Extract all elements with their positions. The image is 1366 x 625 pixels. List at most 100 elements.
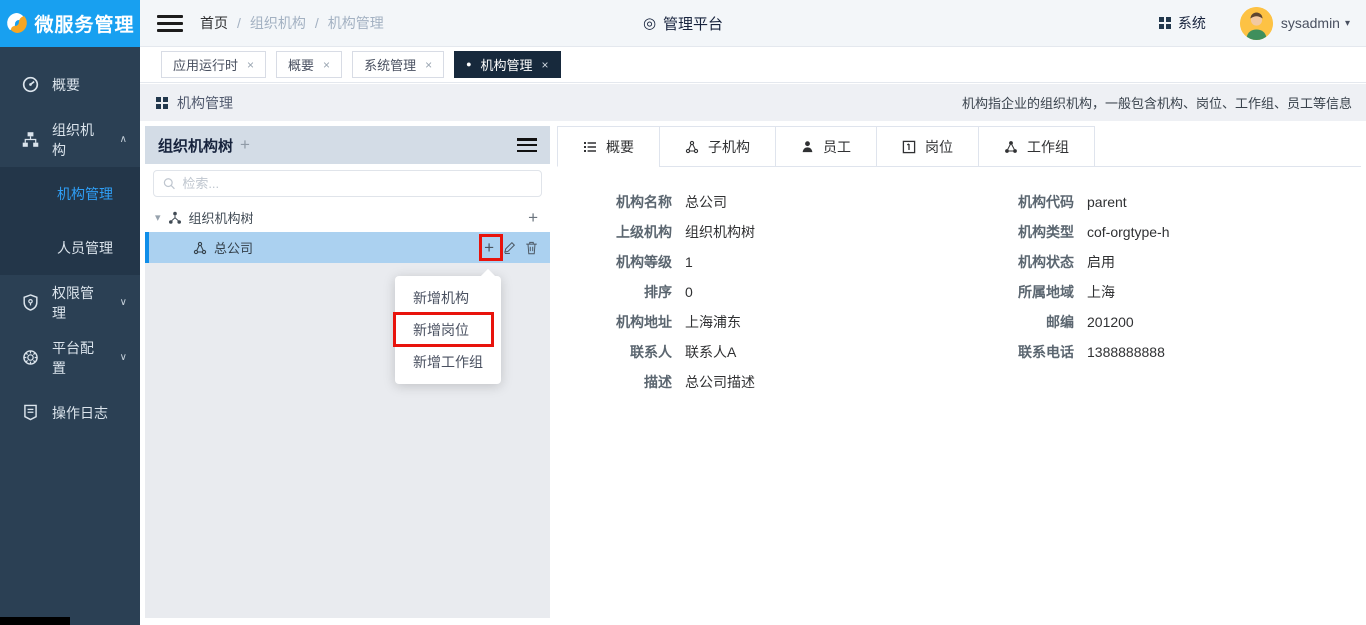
page-title: 机构管理 <box>156 93 233 113</box>
id-badge-icon <box>902 140 916 154</box>
content-area: 组织机构树 + ▾ <box>140 121 1366 625</box>
field-value: 总公司 <box>685 192 727 212</box>
grid-icon <box>1159 17 1171 29</box>
detail-tab-posts[interactable]: 岗位 <box>876 126 978 167</box>
org-network-icon <box>168 211 182 225</box>
node-add-button[interactable]: + <box>484 238 494 258</box>
shield-icon <box>22 294 39 311</box>
detail-tab-label: 概要 <box>606 137 634 157</box>
menu-item-add-post[interactable]: 新增岗位 <box>395 314 501 346</box>
field-org-status: 机构状态 启用 <box>959 251 1361 273</box>
log-shield-icon <box>22 404 39 421</box>
node-context-menu: 新增机构 新增岗位 新增工作组 <box>395 276 501 384</box>
field-value: 总公司描述 <box>685 372 755 392</box>
menu-item-add-org[interactable]: 新增机构 <box>395 282 501 314</box>
tree-node-row-selected[interactable]: 总公司 + <box>145 232 550 263</box>
sidebar-subitem-label: 人员管理 <box>57 238 113 258</box>
sidebar-item-personnel-management[interactable]: 人员管理 <box>0 221 140 275</box>
field-label: 联系人 <box>557 342 685 362</box>
tree-node-label[interactable]: 总公司 <box>214 238 253 257</box>
sidebar-item-org-management[interactable]: 机构管理 <box>0 167 140 221</box>
field-label: 机构状态 <box>959 252 1087 272</box>
sidebar-item-platform-config[interactable]: 平台配置 ∨ <box>0 330 140 385</box>
tree-menu-icon[interactable] <box>517 138 537 152</box>
field-value: 1 <box>685 254 693 270</box>
search-input[interactable] <box>182 176 532 191</box>
field-label: 机构地址 <box>557 312 685 332</box>
field-label: 排序 <box>557 282 685 302</box>
username[interactable]: sysadmin <box>1281 15 1340 31</box>
add-child-button[interactable]: + <box>528 208 538 228</box>
detail-tab-label: 子机构 <box>708 137 750 157</box>
close-icon[interactable]: × <box>542 58 549 72</box>
field-org-code: 机构代码 parent <box>959 191 1361 213</box>
grid-icon <box>156 97 168 109</box>
detail-tab-employees[interactable]: 员工 <box>775 126 876 167</box>
field-label: 联系电话 <box>959 342 1087 362</box>
search-icon <box>163 177 175 190</box>
tree-search[interactable] <box>153 170 542 197</box>
fields-column-left: 机构名称 总公司 上级机构 组织机构树 机构等级 1 排序 <box>557 191 959 401</box>
menu-item-add-workgroup[interactable]: 新增工作组 <box>395 346 501 378</box>
page-title-label: 机构管理 <box>177 93 233 113</box>
window-edge-strip <box>0 617 70 625</box>
app-window: 微服务管理 首页 / 组织机构 / 机构管理 ◎ 管理平台 系统 <box>0 0 1366 625</box>
detail-tab-workgroups[interactable]: 工作组 <box>978 126 1095 167</box>
platform-title-label: 管理平台 <box>663 13 723 34</box>
window-tab-system-management[interactable]: 系统管理 × <box>352 51 444 78</box>
field-value: cof-orgtype-h <box>1087 224 1169 240</box>
page-titlebar: 机构管理 机构指企业的组织机构，一般包含机构、岗位、工作组、员工等信息 <box>140 84 1366 121</box>
menu-item-label: 新增工作组 <box>413 352 483 372</box>
sidebar-item-organization[interactable]: 组织机构 ∧ <box>0 112 140 167</box>
app-logo[interactable]: 微服务管理 <box>0 0 140 47</box>
eye-icon: ◎ <box>643 14 656 32</box>
chevron-up-icon: ∧ <box>120 134 127 145</box>
window-tab-org-management[interactable]: ● 机构管理 × <box>454 51 560 78</box>
detail-tab-sub-orgs[interactable]: 子机构 <box>659 126 775 167</box>
tree-body: ▾ 组织机构树 + <box>145 164 550 263</box>
sidebar-item-permissions[interactable]: 权限管理 ∨ <box>0 275 140 330</box>
sidebar-item-operation-logs[interactable]: 操作日志 <box>0 385 140 440</box>
window-tab-label: 概要 <box>288 55 314 74</box>
tree-root-row[interactable]: ▾ 组织机构树 + <box>145 203 550 232</box>
collapse-menu-icon[interactable] <box>157 15 183 32</box>
window-tab-app-runtime[interactable]: 应用运行时 × <box>161 51 266 78</box>
tree-panel-title: 组织机构树 <box>158 135 233 156</box>
sidebar-item-overview[interactable]: 概要 <box>0 57 140 112</box>
add-root-button[interactable]: + <box>240 135 250 155</box>
detail-tab-overview[interactable]: 概要 <box>557 126 659 167</box>
field-label: 邮编 <box>959 312 1087 332</box>
field-description: 描述 总公司描述 <box>557 371 959 393</box>
logo-text: 微服务管理 <box>34 10 134 37</box>
breadcrumb-org[interactable]: 组织机构 <box>250 13 306 33</box>
field-region: 所属地域 上海 <box>959 281 1361 303</box>
window-tab-label: 应用运行时 <box>173 55 238 74</box>
system-menu-button[interactable]: 系统 <box>1159 13 1206 33</box>
sidebar-subitem-label: 机构管理 <box>57 184 113 204</box>
delete-trash-icon[interactable] <box>525 241 538 255</box>
window-tab-label: 机构管理 <box>481 55 533 74</box>
org-chart-icon <box>22 131 39 148</box>
field-org-name: 机构名称 总公司 <box>557 191 959 213</box>
edit-pencil-icon[interactable] <box>503 241 516 254</box>
node-action-icons: + <box>484 232 538 263</box>
close-icon[interactable]: × <box>425 58 432 72</box>
field-label: 所属地域 <box>959 282 1087 302</box>
close-icon[interactable]: × <box>323 58 330 72</box>
user-dropdown-caret-icon[interactable]: ▾ <box>1345 18 1350 29</box>
sub-org-icon <box>685 140 699 154</box>
field-org-address: 机构地址 上海浦东 <box>557 311 959 333</box>
detail-tab-label: 员工 <box>823 137 851 157</box>
close-icon[interactable]: × <box>247 58 254 72</box>
breadcrumb-home[interactable]: 首页 <box>200 13 228 33</box>
window-tab-overview[interactable]: 概要 × <box>276 51 342 78</box>
field-value: 组织机构树 <box>685 222 755 242</box>
breadcrumb-separator: / <box>315 15 319 31</box>
caret-down-icon[interactable]: ▾ <box>155 211 161 224</box>
sidebar-item-label: 操作日志 <box>52 403 108 423</box>
tree-root-label[interactable]: 组织机构树 <box>189 208 254 227</box>
sub-org-icon <box>193 241 207 255</box>
field-value: 上海浦东 <box>685 312 741 332</box>
avatar[interactable] <box>1240 7 1273 40</box>
field-value: 启用 <box>1087 252 1115 272</box>
